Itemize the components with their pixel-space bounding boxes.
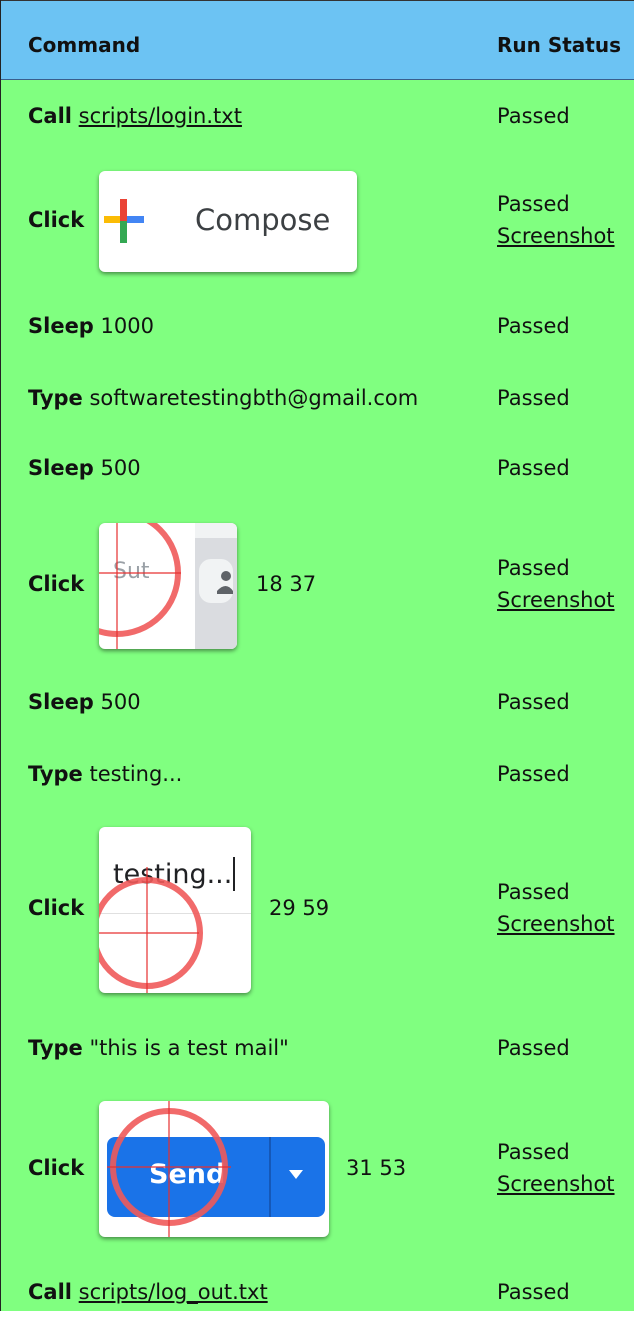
command-argument: 1000 bbox=[100, 314, 154, 338]
click-coordinates: 31 53 bbox=[346, 1156, 407, 1180]
command-argument: "this is a test mail" bbox=[89, 1036, 289, 1060]
table-header: Command Run Status bbox=[1, 0, 634, 80]
status-cell: Passed bbox=[497, 1280, 570, 1304]
status-cell: Passed Screenshot bbox=[497, 556, 615, 612]
click-coordinates: 29 59 bbox=[269, 896, 330, 920]
status-text: Passed bbox=[497, 1140, 570, 1164]
command-cell: Call scripts/log_out.txt bbox=[28, 1280, 268, 1304]
status-cell: Passed bbox=[497, 386, 570, 410]
google-plus-icon bbox=[104, 199, 144, 243]
send-thumbnail: Send bbox=[99, 1101, 329, 1237]
command-column-header: Command bbox=[28, 33, 141, 57]
command-cell: Call scripts/login.txt bbox=[28, 104, 242, 128]
screenshot-link[interactable]: Screenshot bbox=[497, 912, 615, 936]
status-cell: Passed bbox=[497, 1036, 570, 1060]
command-keyword: Click bbox=[28, 208, 85, 232]
command-keyword: Type bbox=[28, 386, 83, 410]
status-cell: Passed bbox=[497, 314, 570, 338]
subject-thumbnail: Sut bbox=[99, 523, 237, 649]
target-marker bbox=[99, 867, 203, 993]
command-cell: Click bbox=[28, 896, 84, 920]
compose-thumbnail: Compose bbox=[99, 171, 357, 272]
screenshot-link[interactable]: Screenshot bbox=[497, 224, 615, 248]
command-argument: testing... bbox=[89, 762, 183, 786]
status-cell: Passed bbox=[497, 456, 570, 480]
command-cell: Click bbox=[28, 208, 84, 232]
command-keyword: Type bbox=[28, 1036, 83, 1060]
compose-label: Compose bbox=[195, 203, 331, 237]
status-cell: Passed bbox=[497, 104, 570, 128]
command-cell: Sleep 500 bbox=[28, 456, 141, 480]
status-cell: Passed bbox=[497, 762, 570, 786]
script-link[interactable]: scripts/log_out.txt bbox=[79, 1280, 268, 1304]
command-keyword: Click bbox=[28, 1156, 85, 1180]
command-keyword: Call bbox=[28, 1280, 72, 1304]
run-report-table: Command Run Status Call scripts/login.tx… bbox=[0, 0, 634, 1311]
command-argument: 500 bbox=[100, 456, 141, 480]
status-cell: Passed Screenshot bbox=[497, 1140, 615, 1196]
command-cell: Type softwaretestingbth@gmail.com bbox=[28, 386, 418, 410]
command-cell: Type "this is a test mail" bbox=[28, 1036, 289, 1060]
status-cell: Passed Screenshot bbox=[497, 192, 615, 248]
command-cell: Type testing... bbox=[28, 762, 182, 786]
command-cell: Click bbox=[28, 572, 84, 596]
command-argument: softwaretestingbth@gmail.com bbox=[89, 386, 419, 410]
command-cell: Click bbox=[28, 1156, 84, 1180]
command-keyword: Sleep bbox=[28, 456, 94, 480]
screenshot-link[interactable]: Screenshot bbox=[497, 1172, 615, 1196]
target-marker bbox=[107, 1101, 231, 1237]
command-keyword: Call bbox=[28, 104, 72, 128]
command-keyword: Sleep bbox=[28, 314, 94, 338]
script-link[interactable]: scripts/login.txt bbox=[79, 104, 242, 128]
status-cell: Passed bbox=[497, 690, 570, 714]
command-cell: Sleep 500 bbox=[28, 690, 141, 714]
status-text: Passed bbox=[497, 192, 570, 216]
command-cell: Sleep 1000 bbox=[28, 314, 154, 338]
command-keyword: Sleep bbox=[28, 690, 94, 714]
status-cell: Passed Screenshot bbox=[497, 880, 615, 936]
target-marker bbox=[99, 523, 181, 649]
command-argument: 500 bbox=[100, 690, 141, 714]
body-thumbnail: testing... bbox=[99, 827, 251, 993]
click-coordinates: 18 37 bbox=[256, 572, 317, 596]
screenshot-link[interactable]: Screenshot bbox=[497, 588, 615, 612]
command-keyword: Type bbox=[28, 762, 83, 786]
command-keyword: Click bbox=[28, 572, 85, 596]
status-text: Passed bbox=[497, 556, 570, 580]
status-text: Passed bbox=[497, 880, 570, 904]
run-status-column-header: Run Status bbox=[497, 33, 622, 57]
command-keyword: Click bbox=[28, 896, 85, 920]
